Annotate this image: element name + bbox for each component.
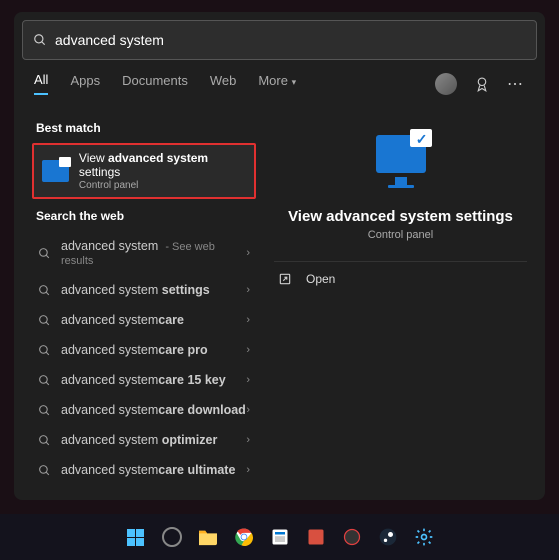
chevron-right-icon: › bbox=[246, 247, 250, 259]
chevron-right-icon: › bbox=[246, 404, 250, 416]
open-icon bbox=[278, 272, 292, 286]
web-result-3[interactable]: advanced systemcare pro› bbox=[32, 335, 256, 365]
search-icon bbox=[38, 284, 51, 297]
task-view-icon[interactable] bbox=[159, 524, 185, 550]
web-result-label: advanced systemcare pro bbox=[61, 343, 246, 357]
preview-pane: ✓ View advanced system settings Control … bbox=[264, 103, 545, 500]
preview-app-icon: ✓ bbox=[376, 135, 426, 173]
taskbar bbox=[0, 514, 559, 560]
best-match-result[interactable]: View advanced system settings Control pa… bbox=[32, 143, 256, 199]
preview-subtitle: Control panel bbox=[368, 229, 433, 241]
best-match-title: View advanced system settings bbox=[79, 151, 246, 179]
web-result-6[interactable]: advanced system optimizer› bbox=[32, 425, 256, 455]
web-result-label: advanced systemcare download bbox=[61, 403, 246, 417]
web-result-7[interactable]: advanced systemcare ultimate› bbox=[32, 455, 256, 485]
search-icon bbox=[38, 374, 51, 387]
search-web-heading: Search the web bbox=[36, 209, 256, 223]
tab-all[interactable]: All bbox=[34, 72, 48, 95]
tab-apps[interactable]: Apps bbox=[70, 73, 100, 94]
best-match-subtitle: Control panel bbox=[79, 180, 246, 191]
app-icon-1[interactable] bbox=[267, 524, 293, 550]
web-result-label: advanced system settings bbox=[61, 283, 246, 297]
tab-more[interactable]: More ▾ bbox=[258, 73, 296, 94]
more-options-icon[interactable]: ⋯ bbox=[507, 74, 525, 94]
search-icon bbox=[33, 33, 47, 47]
steam-icon[interactable] bbox=[375, 524, 401, 550]
web-result-label: advanced system optimizer bbox=[61, 433, 246, 447]
open-action[interactable]: Open bbox=[274, 262, 527, 296]
control-panel-icon bbox=[42, 160, 69, 182]
chevron-right-icon: › bbox=[246, 464, 250, 476]
chevron-right-icon: › bbox=[246, 434, 250, 446]
search-icon bbox=[38, 434, 51, 447]
search-icon bbox=[38, 404, 51, 417]
web-result-1[interactable]: advanced system settings› bbox=[32, 275, 256, 305]
start-search-panel: All Apps Documents Web More ▾ ⋯ Best mat… bbox=[14, 12, 545, 500]
preview-title: View advanced system settings bbox=[288, 208, 513, 225]
search-input[interactable] bbox=[55, 32, 526, 48]
user-avatar[interactable] bbox=[435, 73, 457, 95]
web-result-4[interactable]: advanced systemcare 15 key› bbox=[32, 365, 256, 395]
web-result-label: advanced system - See web results bbox=[61, 239, 246, 267]
open-label: Open bbox=[306, 272, 335, 286]
web-result-2[interactable]: advanced systemcare› bbox=[32, 305, 256, 335]
chevron-right-icon: › bbox=[246, 344, 250, 356]
search-icon bbox=[38, 344, 51, 357]
file-explorer-icon[interactable] bbox=[195, 524, 221, 550]
settings-icon[interactable] bbox=[411, 524, 437, 550]
tab-web[interactable]: Web bbox=[210, 73, 237, 94]
rewards-icon[interactable] bbox=[473, 75, 491, 93]
chevron-right-icon: › bbox=[246, 284, 250, 296]
filter-tabs: All Apps Documents Web More ▾ ⋯ bbox=[14, 60, 545, 103]
chevron-right-icon: › bbox=[246, 374, 250, 386]
tab-documents[interactable]: Documents bbox=[122, 73, 188, 94]
search-icon bbox=[38, 314, 51, 327]
best-match-heading: Best match bbox=[36, 121, 256, 135]
app-icon-2[interactable] bbox=[303, 524, 329, 550]
web-result-0[interactable]: advanced system - See web results› bbox=[32, 231, 256, 275]
web-result-label: advanced systemcare ultimate bbox=[61, 463, 246, 477]
start-button[interactable] bbox=[123, 524, 149, 550]
results-column: Best match View advanced system settings… bbox=[14, 103, 264, 500]
web-result-label: advanced systemcare 15 key bbox=[61, 373, 246, 387]
app-icon-3[interactable] bbox=[339, 524, 365, 550]
search-icon bbox=[38, 464, 51, 477]
search-icon bbox=[38, 247, 51, 260]
web-result-label: advanced systemcare bbox=[61, 313, 246, 327]
web-result-5[interactable]: advanced systemcare download› bbox=[32, 395, 256, 425]
chrome-icon[interactable] bbox=[231, 524, 257, 550]
chevron-right-icon: › bbox=[246, 314, 250, 326]
chevron-down-icon: ▾ bbox=[292, 77, 297, 87]
search-bar[interactable] bbox=[22, 20, 537, 60]
